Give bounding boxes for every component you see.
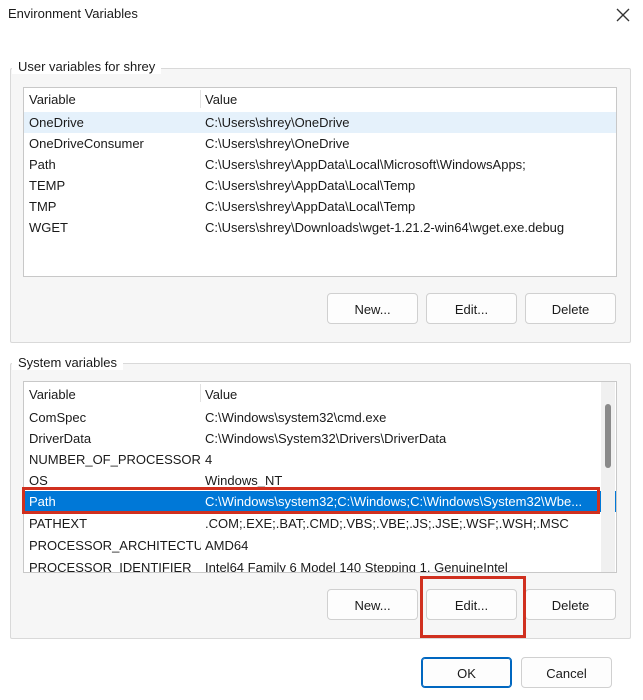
variable-value: C:\Users\shrey\AppData\Local\Temp xyxy=(205,178,416,193)
list-item[interactable]: ComSpec C:\Windows\system32\cmd.exe xyxy=(24,407,616,428)
list-item[interactable]: WGET C:\Users\shrey\Downloads\wget-1.21.… xyxy=(24,217,616,238)
variable-value: C:\Users\shrey\OneDrive xyxy=(205,136,350,151)
column-header-value[interactable]: Value xyxy=(205,89,605,110)
variable-name: PROCESSOR_ARCHITECTURE xyxy=(29,538,201,553)
variable-value: .COM;.EXE;.BAT;.CMD;.VBS;.VBE;.JS;.JSE;.… xyxy=(205,516,569,531)
ok-button[interactable]: OK xyxy=(421,657,512,688)
system-list-header: Variable Value xyxy=(24,382,616,404)
window-title: Environment Variables xyxy=(8,6,138,21)
user-new-button[interactable]: New... xyxy=(327,293,418,324)
list-item[interactable]: Path C:\Users\shrey\AppData\Local\Micros… xyxy=(24,154,616,175)
user-list-header: Variable Value xyxy=(24,88,616,110)
variable-name: OS xyxy=(29,473,48,488)
vertical-scrollbar[interactable] xyxy=(601,382,615,572)
list-item[interactable]: NUMBER_OF_PROCESSORS 4 xyxy=(24,449,616,470)
variable-value: AMD64 xyxy=(205,538,249,553)
system-delete-button[interactable]: Delete xyxy=(525,589,616,620)
variable-name: WGET xyxy=(29,220,68,235)
variable-value: C:\Windows\system32\cmd.exe xyxy=(205,410,387,425)
variable-value: C:\Users\shrey\Downloads\wget-1.21.2-win… xyxy=(205,220,565,235)
column-header-value[interactable]: Value xyxy=(205,384,585,405)
environment-variables-dialog: { "window": { "title": "Environment Vari… xyxy=(0,0,643,700)
list-item[interactable]: TMP C:\Users\shrey\AppData\Local\Temp xyxy=(24,196,616,217)
scrollbar-thumb[interactable] xyxy=(605,404,611,468)
variable-value: 4 xyxy=(205,452,213,467)
list-item[interactable]: OS Windows_NT xyxy=(24,470,616,491)
variable-value: C:\Users\shrey\AppData\Local\Microsoft\W… xyxy=(205,157,526,172)
cancel-button[interactable]: Cancel xyxy=(521,657,612,688)
variable-name: DriverData xyxy=(29,431,92,446)
column-divider[interactable] xyxy=(200,90,201,108)
variable-name: Path xyxy=(29,157,56,172)
variable-value: C:\Windows\System32\Drivers\DriverData xyxy=(205,431,447,446)
column-divider[interactable] xyxy=(200,384,201,402)
variable-value: Intel64 Family 6 Model 140 Stepping 1, G… xyxy=(205,560,508,573)
user-variables-group-label: User variables for shrey xyxy=(12,59,162,74)
list-item[interactable]: OneDrive C:\Users\shrey\OneDrive xyxy=(24,112,616,133)
variable-name: ComSpec xyxy=(29,410,87,425)
close-icon[interactable] xyxy=(612,4,634,26)
list-item[interactable]: PROCESSOR_ARCHITECTURE AMD64 xyxy=(24,535,616,556)
variable-name: TMP xyxy=(29,199,57,214)
variable-name: OneDrive xyxy=(29,115,84,130)
list-item[interactable]: DriverData C:\Windows\System32\Drivers\D… xyxy=(24,428,616,449)
list-item[interactable]: OneDriveConsumer C:\Users\shrey\OneDrive xyxy=(24,133,616,154)
system-new-button[interactable]: New... xyxy=(327,589,418,620)
variable-value: C:\Users\shrey\AppData\Local\Temp xyxy=(205,199,416,214)
user-edit-button[interactable]: Edit... xyxy=(426,293,517,324)
list-item[interactable]: PATHEXT .COM;.EXE;.BAT;.CMD;.VBS;.VBE;.J… xyxy=(24,513,616,534)
variable-value: C:\Windows\system32;C:\Windows;C:\Window… xyxy=(205,494,583,509)
variable-name: Path xyxy=(29,494,56,509)
variable-value: C:\Users\shrey\OneDrive xyxy=(205,115,350,130)
variable-value: Windows_NT xyxy=(205,473,283,488)
user-variables-list[interactable]: Variable Value OneDrive C:\Users\shrey\O… xyxy=(23,87,617,277)
column-header-variable[interactable]: Variable xyxy=(29,384,199,405)
variable-name: PATHEXT xyxy=(29,516,88,531)
list-item-selected[interactable]: Path C:\Windows\system32;C:\Windows;C:\W… xyxy=(24,491,616,512)
system-variables-list[interactable]: Variable Value ComSpec C:\Windows\system… xyxy=(23,381,617,573)
variable-name: NUMBER_OF_PROCESSORS xyxy=(29,452,201,467)
variable-name: TEMP xyxy=(29,178,66,193)
system-edit-button[interactable]: Edit... xyxy=(426,589,517,620)
variable-name: PROCESSOR_IDENTIFIER xyxy=(29,560,192,573)
list-item[interactable]: TEMP C:\Users\shrey\AppData\Local\Temp xyxy=(24,175,616,196)
user-delete-button[interactable]: Delete xyxy=(525,293,616,324)
column-header-variable[interactable]: Variable xyxy=(29,89,199,110)
list-item[interactable]: PROCESSOR_IDENTIFIER Intel64 Family 6 Mo… xyxy=(24,557,616,573)
variable-name: OneDriveConsumer xyxy=(29,136,144,151)
system-variables-group-label: System variables xyxy=(12,355,123,370)
